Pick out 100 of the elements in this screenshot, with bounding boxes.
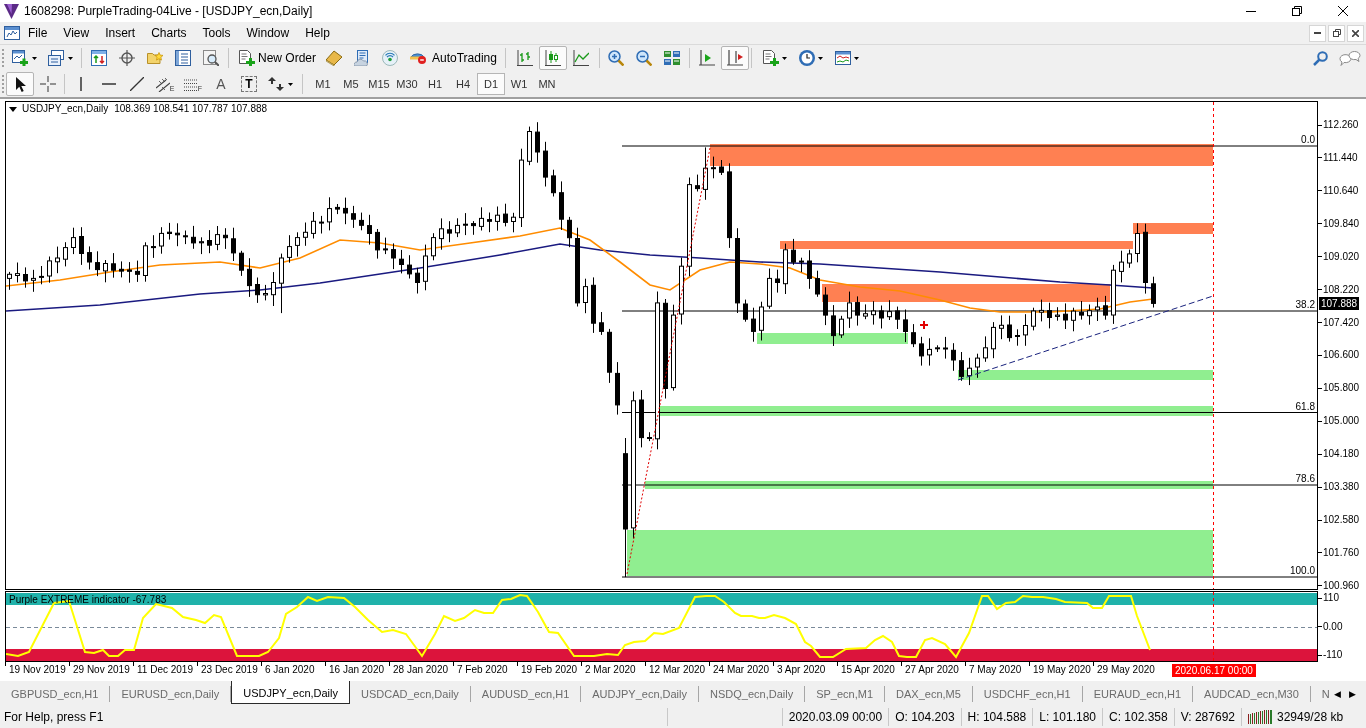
fibonacci-level-label: 38.2 [1295, 299, 1315, 310]
menu-item[interactable]: View [55, 23, 98, 43]
menu-item[interactable]: File [20, 23, 56, 43]
window-arrows-icon[interactable] [91, 50, 107, 66]
new-chart-icon[interactable] [12, 50, 28, 66]
timeframe-button[interactable]: M30 [393, 73, 421, 95]
caret-icon[interactable] [68, 56, 73, 60]
grid-icon[interactable] [663, 51, 680, 65]
chart-tab[interactable]: USDCAD_ecn,Daily [350, 686, 471, 702]
axes-arrow-icon[interactable] [726, 50, 743, 66]
chart-tab[interactable]: AUDCAD_ecn,M30 [1193, 686, 1311, 702]
signal-waves-icon[interactable] [382, 50, 398, 66]
price-axis-label: 108.220 [1323, 283, 1360, 296]
bar-chart-icon[interactable] [516, 50, 533, 66]
caret-icon[interactable] [817, 56, 823, 60]
cursor-time-label: 2020.06.17 00:00 [1172, 664, 1256, 677]
price-axis-label: 104.180 [1323, 448, 1360, 461]
menu-item[interactable]: Window [238, 23, 298, 43]
chart-shift-button[interactable] [720, 46, 749, 70]
status-field: V: 287692 [1174, 708, 1241, 726]
crosshair-circle-icon[interactable] [119, 50, 135, 66]
minimize-icon[interactable] [1246, 10, 1256, 12]
folder-star-icon[interactable] [147, 52, 163, 64]
line-chart-icon[interactable] [572, 50, 589, 66]
timeframe-button[interactable]: M1 [309, 73, 337, 95]
crosshair-icon[interactable] [40, 76, 56, 92]
cross-marker-icon [919, 320, 929, 330]
candlestick-chart-button[interactable] [538, 46, 567, 70]
document-plus-icon[interactable] [762, 50, 779, 66]
chart-tab[interactable]: GBPUSD_ecn,H1 [0, 686, 111, 702]
symbol-label: USDJPY_ecn,Daily [22, 103, 109, 115]
axes-triangle-icon[interactable] [698, 50, 715, 66]
traffic-bars-icon [1248, 710, 1272, 724]
chart-tab[interactable]: N [1310, 686, 1330, 702]
caret-icon[interactable] [781, 56, 787, 60]
chart-tab[interactable]: DAX_ecn,M5 [885, 686, 973, 702]
child-minimize-button[interactable] [1309, 24, 1326, 42]
chart-tab[interactable]: EURAUD_ecn,H1 [1082, 686, 1194, 702]
tilted-tile-icon[interactable] [326, 50, 342, 66]
timeframe-button[interactable]: M5 [337, 73, 365, 95]
price-axis-label: 109.020 [1323, 250, 1360, 263]
list-window-icon[interactable] [175, 50, 191, 66]
menu-item[interactable]: Tools [194, 23, 239, 43]
caret-icon[interactable] [853, 56, 859, 60]
diagonal-line-icon[interactable] [130, 77, 144, 91]
caret-icon[interactable] [288, 82, 293, 86]
menu-item[interactable]: Insert [97, 23, 144, 43]
cursor-icon[interactable] [14, 76, 26, 92]
hatched-lines-icon[interactable] [155, 78, 170, 92]
toolbar-grip[interactable] [2, 49, 5, 67]
scroll-left-button[interactable]: ◀ [1334, 687, 1341, 700]
time-axis-label: 7 Feb 2020 [457, 664, 508, 676]
child-close-button[interactable] [1347, 24, 1364, 42]
timeframe-button[interactable]: MN [533, 73, 561, 95]
chart-tab[interactable]: AUDUSD_ecn,H1 [470, 686, 582, 702]
time-axis-label: 28 Jan 2020 [393, 664, 449, 676]
timeframe-button[interactable]: D1 [477, 73, 505, 95]
price-axis-label: 109.840 [1323, 217, 1360, 230]
candlestick-icon[interactable] [544, 50, 561, 66]
caret-icon[interactable] [32, 56, 37, 60]
text-tool-button[interactable]: A [207, 72, 235, 96]
magnifier-document-icon[interactable] [203, 50, 219, 66]
menu-item[interactable]: Charts [143, 23, 195, 43]
chart-tab[interactable]: USDJPY_ecn,Daily [231, 681, 350, 704]
arrows-icon[interactable] [268, 77, 284, 91]
timeframe-button[interactable]: M15 [365, 73, 393, 95]
chart-tab[interactable]: SP_ecn,M1 [805, 686, 886, 702]
menu-item[interactable]: Help [297, 23, 338, 43]
document-plus-icon[interactable] [239, 50, 255, 66]
cursor-button[interactable] [6, 72, 34, 96]
close-icon[interactable] [1352, 29, 1359, 37]
timeframe-button[interactable]: H4 [449, 73, 477, 95]
text-label-tool-button[interactable]: T [241, 76, 257, 92]
time-axis-label: 27 Apr 2020 [905, 664, 959, 676]
clock-icon[interactable] [798, 50, 815, 66]
zoom-out-icon[interactable] [635, 50, 652, 66]
dotted-lines-icon[interactable] [183, 79, 198, 91]
scroll-right-button[interactable]: ▶ [1348, 687, 1356, 700]
time-axis-label: 29 Nov 2019 [73, 664, 130, 676]
new-order-button[interactable]: New Order [232, 46, 320, 70]
search-icon[interactable] [1313, 50, 1328, 66]
timeframe-button[interactable]: H1 [421, 73, 449, 95]
stop-badge-icon[interactable] [410, 52, 426, 64]
chart-tab[interactable]: USDCHF_ecn,H1 [972, 686, 1083, 702]
chat-icon[interactable] [1339, 50, 1361, 66]
timeframe-button[interactable]: W1 [505, 73, 533, 95]
stacked-windows-icon[interactable] [48, 50, 64, 66]
close-icon[interactable] [1338, 6, 1348, 16]
chart-tab[interactable]: AUDJPY_ecn,Daily [581, 686, 699, 702]
chart-window-icon[interactable] [4, 26, 20, 40]
document-cloud-icon[interactable] [354, 50, 370, 66]
zoom-in-icon[interactable] [607, 50, 624, 66]
fibonacci-level-label: 100.0 [1289, 565, 1315, 576]
chart-tab[interactable]: NSDQ_ecn,Daily [699, 686, 806, 702]
child-restore-button[interactable] [1328, 24, 1345, 42]
restore-icon[interactable] [1332, 29, 1341, 37]
autotrading-button[interactable]: AutoTrading [404, 46, 503, 70]
chart-window-icon[interactable] [834, 51, 851, 65]
restore-icon[interactable] [1292, 6, 1302, 16]
triangle-icon[interactable] [9, 106, 17, 112]
